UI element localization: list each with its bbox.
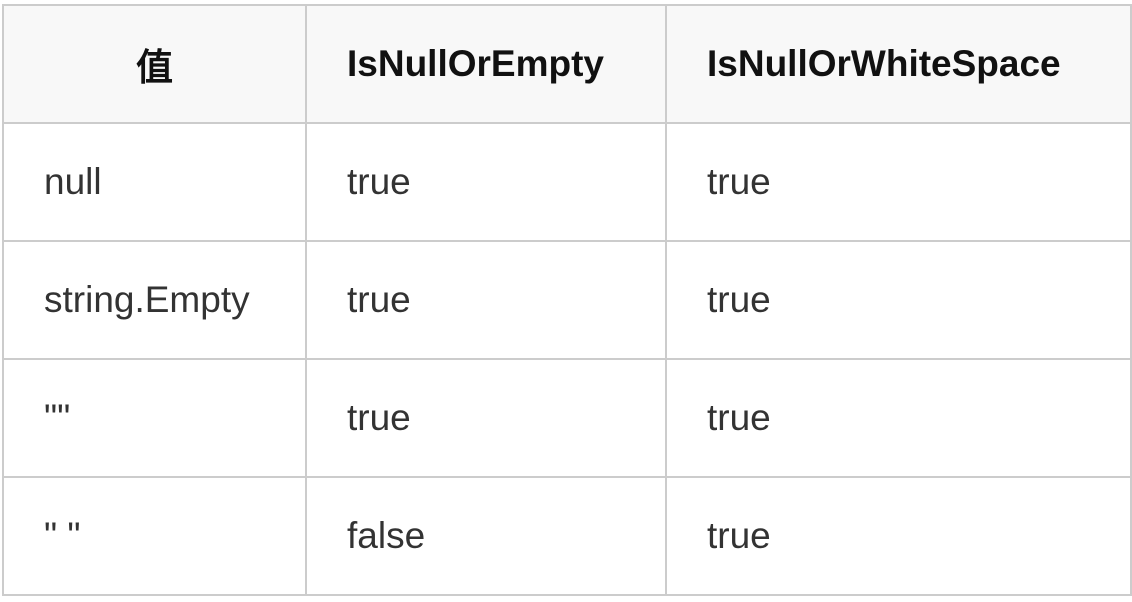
table-body: null true true string.Empty true true ""… <box>2 122 1132 596</box>
cell-isnullorwhitespace: true <box>665 358 1132 478</box>
cell-isnullorwhitespace: true <box>665 122 1132 242</box>
cell-isnullorempty: true <box>305 240 667 360</box>
cell-isnullorempty: false <box>305 476 667 596</box>
cell-value: " " <box>2 476 307 596</box>
cell-value: "" <box>2 358 307 478</box>
cell-isnullorempty: true <box>305 358 667 478</box>
comparison-table: 值 IsNullOrEmpty IsNullOrWhiteSpace null … <box>2 4 1132 596</box>
table-row: null true true <box>2 122 1132 242</box>
cell-isnullorempty: true <box>305 122 667 242</box>
header-row: 值 IsNullOrEmpty IsNullOrWhiteSpace <box>2 4 1132 124</box>
cell-isnullorwhitespace: true <box>665 476 1132 596</box>
cell-value: null <box>2 122 307 242</box>
header-value: 值 <box>2 4 307 124</box>
table-row: " " false true <box>2 476 1132 596</box>
cell-value: string.Empty <box>2 240 307 360</box>
table-header: 值 IsNullOrEmpty IsNullOrWhiteSpace <box>2 4 1132 124</box>
header-isnullorwhitespace: IsNullOrWhiteSpace <box>665 4 1132 124</box>
header-isnullorempty: IsNullOrEmpty <box>305 4 667 124</box>
cell-isnullorwhitespace: true <box>665 240 1132 360</box>
table-row: "" true true <box>2 358 1132 478</box>
table-row: string.Empty true true <box>2 240 1132 360</box>
